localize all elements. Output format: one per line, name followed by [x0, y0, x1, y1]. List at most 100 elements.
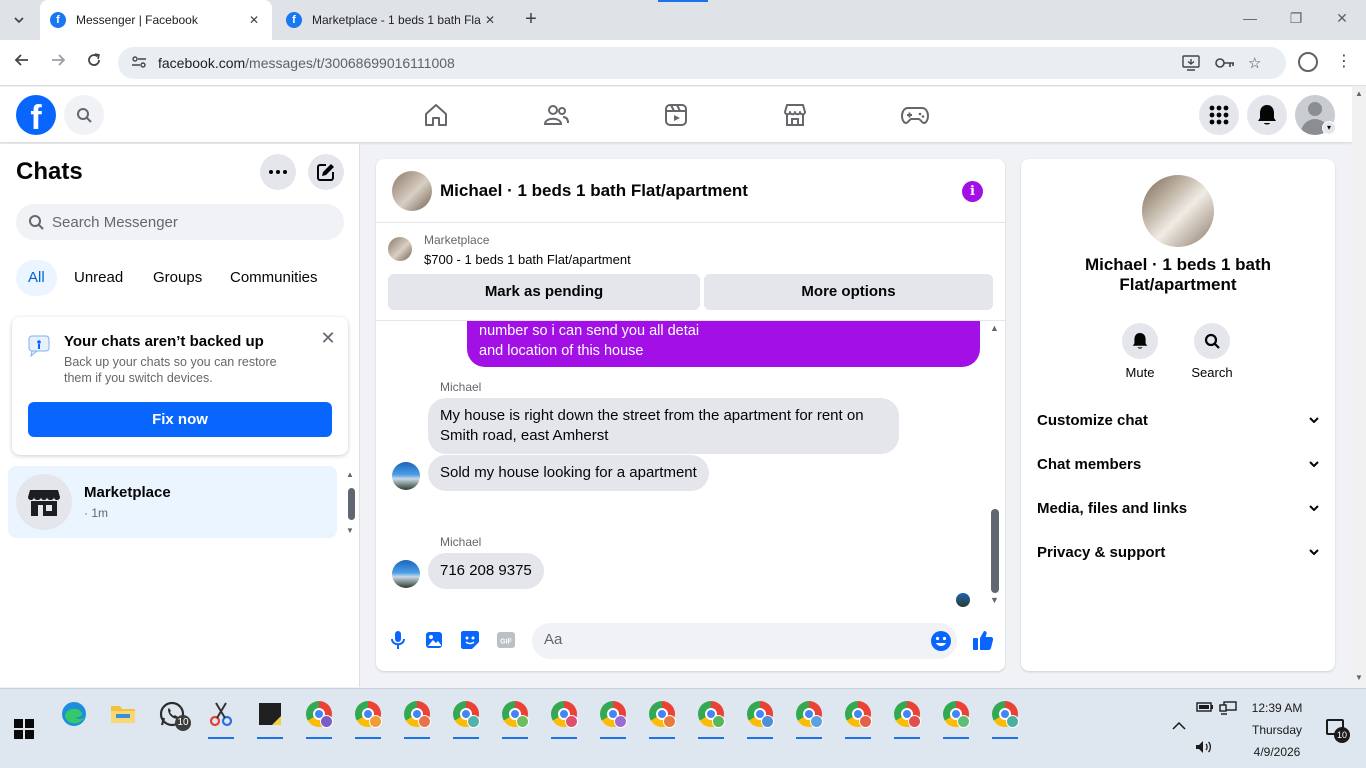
message-input-wrapper[interactable] — [532, 623, 957, 659]
reload-icon[interactable] — [83, 52, 105, 74]
photo-icon[interactable] — [423, 629, 445, 651]
password-key-icon[interactable] — [1215, 47, 1235, 79]
tab-search-button[interactable] — [8, 9, 30, 31]
snipping-tool-icon[interactable] — [204, 697, 238, 739]
close-icon[interactable]: ✕ — [482, 13, 498, 27]
site-info-icon[interactable] — [126, 55, 152, 72]
chrome-profile-icon[interactable] — [547, 697, 581, 739]
close-icon[interactable]: ✕ — [318, 328, 338, 348]
scroll-up-arrow-icon[interactable]: ▲ — [1355, 89, 1363, 98]
install-app-icon[interactable] — [1182, 47, 1200, 79]
fix-now-button[interactable]: Fix now — [28, 402, 332, 437]
scroll-up-arrow-icon[interactable]: ▲ — [346, 470, 354, 479]
message-input[interactable] — [544, 631, 914, 648]
sticky-notes-icon[interactable] — [253, 697, 287, 739]
chrome-profile-icon[interactable] — [400, 697, 434, 739]
forward-icon[interactable] — [47, 52, 69, 74]
system-clock[interactable]: 12:39 AM Thursday 4/9/2026 — [1242, 697, 1312, 763]
facebook-search-button[interactable] — [64, 95, 104, 135]
scroll-thumb[interactable] — [348, 488, 355, 520]
search-in-chat-button[interactable]: Search — [1182, 323, 1242, 380]
filter-unread[interactable]: Unread — [62, 260, 135, 296]
section-chat-members[interactable]: Chat members — [1037, 442, 1319, 486]
chat-list-scrollbar[interactable]: ▲ ▼ — [346, 470, 356, 536]
new-tab-button[interactable]: + — [520, 9, 542, 31]
battery-icon[interactable] — [1196, 701, 1214, 716]
chevron-down-icon[interactable]: ▾ — [1322, 121, 1336, 135]
scroll-down-arrow-icon[interactable]: ▼ — [990, 595, 999, 605]
thumbs-up-icon[interactable] — [972, 629, 994, 651]
info-icon[interactable]: i — [962, 181, 983, 202]
tab-marketplace[interactable]: f Marketplace - 1 beds 1 bath Fla ✕ — [276, 0, 508, 40]
windows-start-icon[interactable] — [14, 719, 34, 739]
facebook-logo-icon[interactable]: f — [16, 95, 56, 135]
chrome-profile-icon[interactable] — [351, 697, 385, 739]
chrome-profile-icon[interactable] — [449, 697, 483, 739]
show-hidden-icons-chevron-icon[interactable] — [1172, 719, 1186, 733]
sender-avatar[interactable] — [392, 560, 420, 588]
search-messenger-input[interactable] — [52, 213, 322, 231]
marketplace-icon[interactable] — [781, 101, 809, 129]
listing-title[interactable]: $700 - 1 beds 1 bath Flat/apartment — [424, 252, 631, 267]
mute-button[interactable]: Mute — [1110, 323, 1170, 380]
chrome-profile-icon[interactable] — [841, 697, 875, 739]
browser-profile-icon[interactable] — [1298, 52, 1318, 72]
window-close-icon[interactable]: ✕ — [1332, 10, 1352, 27]
scroll-down-arrow-icon[interactable]: ▼ — [346, 526, 354, 535]
chrome-profile-icon[interactable] — [743, 697, 777, 739]
menu-grid-icon[interactable] — [1199, 95, 1239, 135]
chrome-profile-icon[interactable] — [988, 697, 1022, 739]
browser-menu-icon[interactable]: ⋮ — [1336, 51, 1352, 71]
section-customize-chat[interactable]: Customize chat — [1037, 398, 1319, 442]
chrome-profile-icon[interactable] — [792, 697, 826, 739]
scroll-up-arrow-icon[interactable]: ▲ — [990, 323, 999, 333]
tab-messenger[interactable]: f Messenger | Facebook ✕ — [40, 0, 272, 40]
sender-avatar[interactable] — [392, 462, 420, 490]
messenger-search[interactable] — [16, 204, 344, 240]
restore-icon[interactable]: ❐ — [1286, 10, 1306, 27]
chrome-profile-icon[interactable] — [645, 697, 679, 739]
section-privacy-support[interactable]: Privacy & support — [1037, 530, 1319, 574]
section-media-files-links[interactable]: Media, files and links — [1037, 486, 1319, 530]
sticker-icon[interactable] — [459, 629, 481, 651]
mark-as-pending-button[interactable]: Mark as pending — [388, 274, 700, 310]
chrome-profile-icon[interactable] — [302, 697, 336, 739]
home-icon[interactable] — [422, 101, 450, 129]
conversation-scrollbar[interactable]: ▲ ▼ — [989, 323, 1001, 609]
chrome-profile-icon[interactable] — [498, 697, 532, 739]
emoji-icon[interactable] — [930, 630, 952, 652]
address-bar[interactable]: facebook.com/messages/t/3006869901611100… — [118, 47, 1286, 79]
listing-thumbnail[interactable] — [388, 237, 412, 261]
video-icon[interactable] — [662, 101, 690, 129]
filter-groups[interactable]: Groups — [141, 260, 214, 296]
chrome-profile-icon[interactable] — [596, 697, 630, 739]
chrome-profile-icon[interactable] — [694, 697, 728, 739]
filter-communities[interactable]: Communities — [218, 260, 330, 296]
chat-options-button[interactable] — [260, 154, 296, 190]
chrome-profile-icon[interactable] — [890, 697, 924, 739]
new-message-button[interactable] — [308, 154, 344, 190]
chat-list-item[interactable]: Marketplace · 1m — [8, 466, 337, 538]
more-options-button[interactable]: More options — [704, 274, 993, 310]
file-explorer-icon[interactable] — [106, 697, 140, 731]
friends-icon[interactable] — [542, 101, 570, 129]
microphone-icon[interactable] — [387, 629, 409, 651]
gaming-icon[interactable] — [901, 101, 929, 129]
gif-icon[interactable]: GIF — [495, 629, 517, 651]
conversation-avatar[interactable] — [392, 171, 432, 211]
page-scrollbar[interactable]: ▲ ▼ — [1352, 87, 1366, 687]
edge-icon[interactable] — [57, 697, 91, 731]
minimize-icon[interactable]: — — [1240, 10, 1260, 26]
whatsapp-icon[interactable]: 10 — [155, 697, 191, 731]
chrome-profile-icon[interactable] — [939, 697, 973, 739]
notifications-bell-icon[interactable] — [1247, 95, 1287, 135]
network-icon[interactable] — [1219, 701, 1237, 718]
bookmark-star-icon[interactable]: ☆ — [1248, 47, 1261, 79]
conversation-title[interactable]: Michael · 1 beds 1 bath Flat/apartment — [440, 181, 748, 201]
close-icon[interactable]: ✕ — [246, 13, 262, 27]
scroll-thumb[interactable] — [991, 509, 999, 593]
contact-avatar[interactable] — [1142, 175, 1214, 247]
volume-icon[interactable] — [1195, 740, 1213, 757]
back-icon[interactable] — [11, 52, 33, 74]
filter-all[interactable]: All — [16, 260, 57, 296]
